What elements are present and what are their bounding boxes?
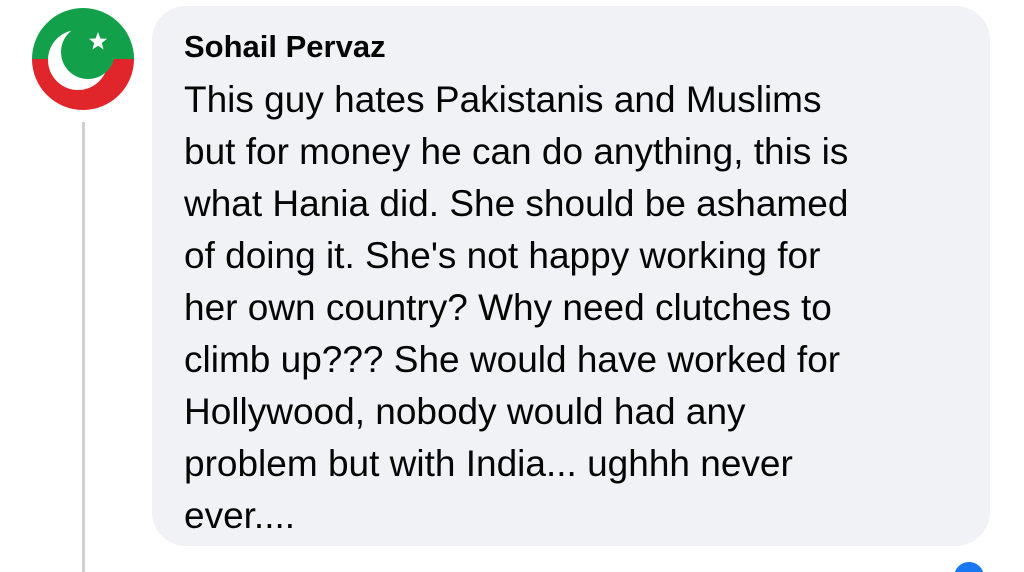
author-name[interactable]: Sohail Pervaz	[184, 26, 960, 68]
crescent-star-flag-icon	[32, 8, 134, 110]
reaction-icon[interactable]	[954, 562, 984, 572]
comment-bubble: Sohail Pervaz This guy hates Pakistanis …	[152, 6, 990, 546]
thread-line	[82, 122, 85, 572]
avatar[interactable]	[32, 8, 134, 110]
comment-text: This guy hates Pakistanis and Muslims bu…	[184, 79, 849, 536]
comment-row: Sohail Pervaz This guy hates Pakistanis …	[0, 0, 1024, 572]
